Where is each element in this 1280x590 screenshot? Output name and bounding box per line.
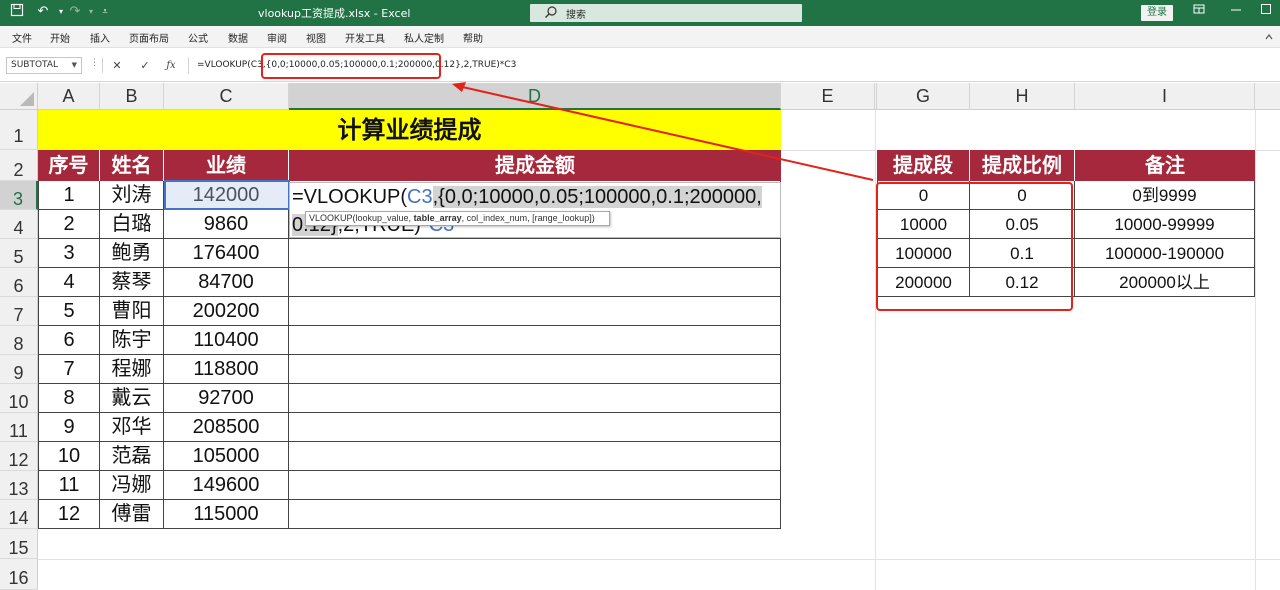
annotation-arrow	[452, 82, 874, 181]
excel-window: ↶ ▾ ↷ ▾ ⩡ vlookup工资提成.xlsx - Excel 搜索 登录…	[0, 0, 1280, 590]
